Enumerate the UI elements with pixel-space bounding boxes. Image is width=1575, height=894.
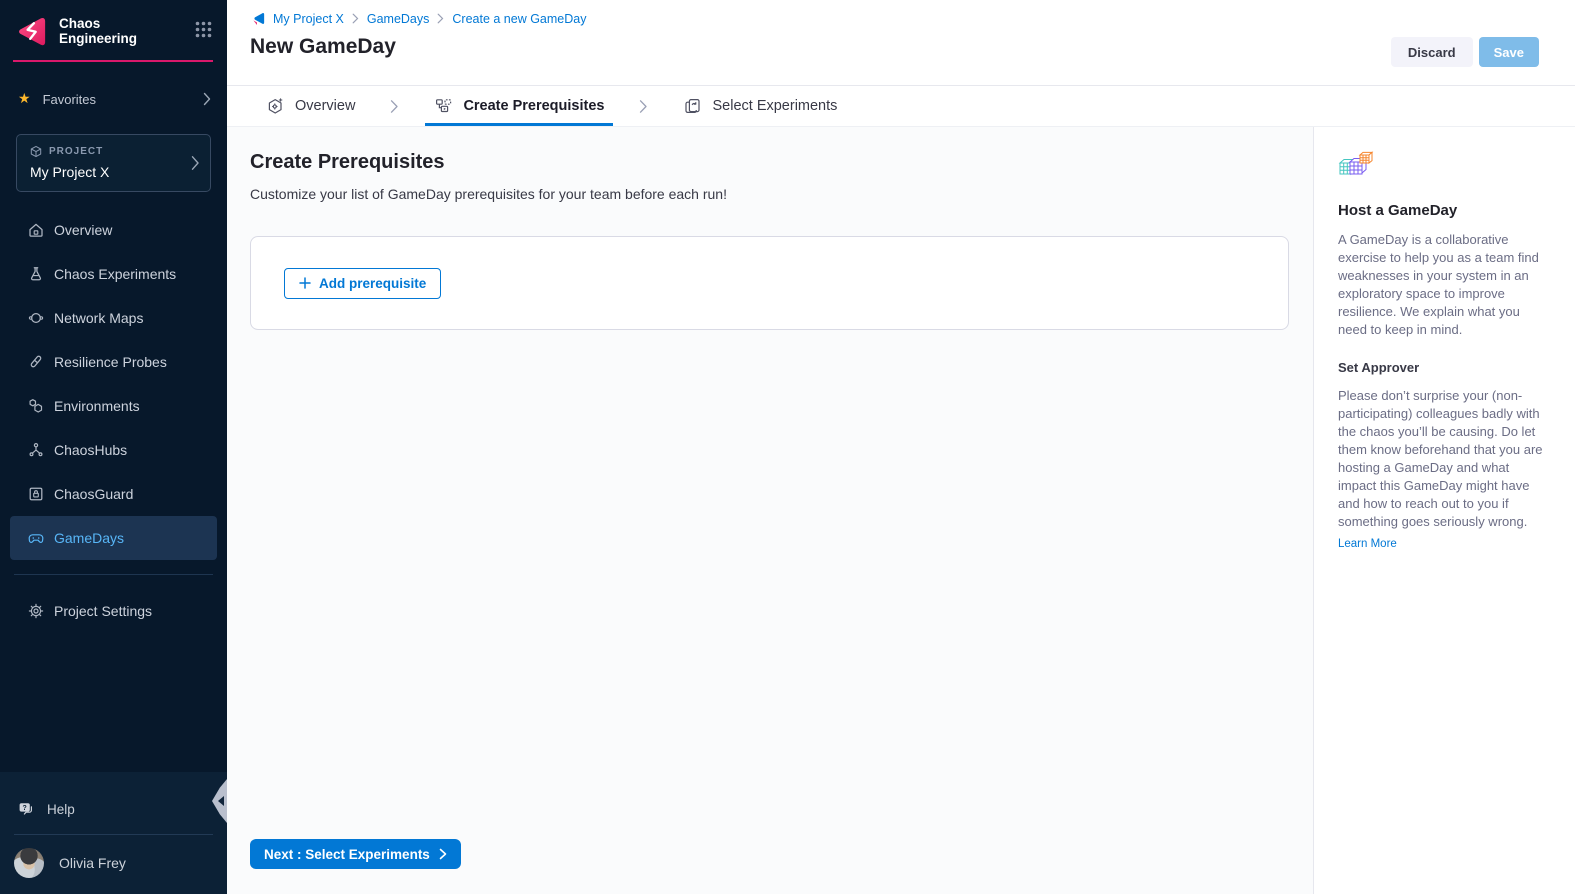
- project-name: My Project X: [30, 164, 184, 180]
- sidebar-item-label: GameDays: [54, 530, 124, 546]
- cube-icon: [30, 145, 42, 158]
- app-root: Chaos Engineering ★ Favorites: [0, 0, 1575, 894]
- help-panel-paragraph-2: Please don’t surprise your (non-particip…: [1338, 387, 1549, 531]
- learn-more-link[interactable]: Learn More: [1338, 538, 1397, 550]
- sidebar-item-label: Overview: [54, 222, 112, 238]
- breadcrumb: My Project X GameDays Create a new GameD…: [250, 11, 1575, 26]
- sidebar-item-gamedays[interactable]: GameDays: [10, 516, 217, 560]
- probe-icon: [27, 353, 45, 371]
- breadcrumb-link-gamedays[interactable]: GameDays: [367, 12, 430, 26]
- brand-header: Chaos Engineering: [0, 0, 227, 50]
- hexagons-icon: [27, 397, 45, 415]
- sidebar-item-resilience-probes[interactable]: Resilience Probes: [10, 340, 217, 384]
- user-menu[interactable]: Olivia Frey: [0, 835, 227, 894]
- flask-icon: [27, 265, 45, 283]
- sidebar-item-project-settings[interactable]: Project Settings: [10, 589, 217, 633]
- favorites-label: Favorites: [43, 92, 96, 107]
- lock-square-icon: [27, 485, 45, 503]
- network-map-icon: [27, 309, 45, 327]
- stacked-cards-icon: [683, 97, 702, 116]
- prerequisites-card: Add prerequisite: [250, 236, 1289, 330]
- sidebar-item-chaos-experiments[interactable]: Chaos Experiments: [10, 252, 217, 296]
- sidebar-item-chaosguard[interactable]: ChaosGuard: [10, 472, 217, 516]
- sidebar-divider: [14, 574, 213, 575]
- tab-overview[interactable]: Overview: [257, 86, 364, 126]
- project-selector[interactable]: PROJECT My Project X: [16, 134, 211, 192]
- main-panel: Create Prerequisites Customize your list…: [227, 127, 1313, 894]
- breadcrumb-link-create-gameday[interactable]: Create a new GameDay: [452, 12, 586, 26]
- flowchart-icon: [434, 97, 453, 116]
- breadcrumb-separator-icon: [352, 13, 359, 24]
- brand-title: Chaos Engineering: [59, 16, 137, 46]
- tab-label: Select Experiments: [712, 98, 837, 114]
- plus-icon: [299, 277, 311, 289]
- wizard-tabbar: Overview Create Prerequisites: [227, 86, 1575, 127]
- next-select-experiments-button[interactable]: Next : Select Experiments: [250, 839, 461, 869]
- star-icon: ★: [18, 92, 31, 106]
- save-button[interactable]: Save: [1479, 37, 1539, 67]
- sidebar-item-label: ChaosGuard: [54, 486, 133, 502]
- help-chat-icon: ?: [17, 800, 35, 818]
- help-panel-subtitle: Set Approver: [1338, 360, 1549, 375]
- gear-icon: [27, 602, 45, 620]
- header-actions: Discard Save: [1391, 37, 1539, 67]
- sidebar-item-network-maps[interactable]: Network Maps: [10, 296, 217, 340]
- chevron-right-icon: [203, 92, 211, 106]
- home-icon: [27, 221, 45, 239]
- chevron-right-icon: [439, 848, 447, 860]
- add-prerequisite-label: Add prerequisite: [319, 276, 426, 291]
- breadcrumb-separator-icon: [437, 13, 444, 24]
- help-label: Help: [47, 802, 75, 817]
- harness-mini-logo-icon: [250, 11, 265, 26]
- tab-create-prerequisites[interactable]: Create Prerequisites: [425, 86, 613, 126]
- help-panel-title: Host a GameDay: [1338, 202, 1549, 219]
- tab-label: Overview: [295, 98, 355, 114]
- help-button[interactable]: ? Help: [0, 788, 227, 830]
- gamepad-icon: [27, 529, 45, 547]
- sidebar-item-label: Network Maps: [54, 310, 143, 326]
- sidebar-item-environments[interactable]: Environments: [10, 384, 217, 428]
- chevron-right-icon: [639, 86, 648, 126]
- chaos-engineering-logo-icon: [13, 13, 50, 50]
- sidebar-item-label: Chaos Experiments: [54, 266, 176, 282]
- tab-label: Create Prerequisites: [463, 98, 604, 114]
- cubes-illustration-icon: [1338, 150, 1374, 184]
- avatar: [14, 848, 44, 878]
- section-subheading: Customize your list of GameDay prerequis…: [250, 186, 1289, 202]
- chevron-right-icon: [390, 86, 399, 126]
- brand-divider: [13, 60, 213, 62]
- help-panel-paragraph-1: A GameDay is a collaborative exercise to…: [1338, 231, 1549, 339]
- discard-button[interactable]: Discard: [1391, 37, 1473, 67]
- hexagon-gear-icon: [266, 97, 285, 116]
- tab-select-experiments[interactable]: Select Experiments: [674, 86, 846, 126]
- user-name: Olivia Frey: [59, 855, 126, 871]
- chevron-right-icon: [191, 155, 200, 171]
- sidebar-item-label: ChaosHubs: [54, 442, 127, 458]
- page-title: New GameDay: [250, 35, 1575, 59]
- favorites-row[interactable]: ★ Favorites: [0, 89, 227, 109]
- sidebar-item-label: Environments: [54, 398, 140, 414]
- add-prerequisite-button[interactable]: Add prerequisite: [284, 268, 441, 299]
- help-panel: Host a GameDay A GameDay is a collaborat…: [1313, 127, 1575, 894]
- sidebar-item-chaoshubs[interactable]: ChaosHubs: [10, 428, 217, 472]
- hub-icon: [27, 441, 45, 459]
- next-button-label: Next : Select Experiments: [264, 847, 430, 862]
- sidebar-item-overview[interactable]: Overview: [10, 208, 217, 252]
- app-switcher-icon[interactable]: [194, 20, 213, 39]
- content-column: My Project X GameDays Create a new GameD…: [227, 0, 1575, 894]
- left-sidebar: Chaos Engineering ★ Favorites: [0, 0, 227, 894]
- sidebar-bottom-section: ? Help Olivia Frey: [0, 772, 227, 894]
- sidebar-nav: Overview Chaos Experiments Network Maps: [0, 208, 227, 560]
- svg-text:?: ?: [23, 805, 27, 812]
- page-header: My Project X GameDays Create a new GameD…: [227, 0, 1575, 86]
- body-row: Create Prerequisites Customize your list…: [227, 127, 1575, 894]
- sidebar-item-label: Project Settings: [54, 603, 152, 619]
- project-label: PROJECT: [49, 146, 103, 157]
- breadcrumb-link-project[interactable]: My Project X: [273, 12, 344, 26]
- collapse-left-icon: [218, 796, 224, 806]
- section-heading: Create Prerequisites: [250, 151, 1289, 174]
- sidebar-item-label: Resilience Probes: [54, 354, 167, 370]
